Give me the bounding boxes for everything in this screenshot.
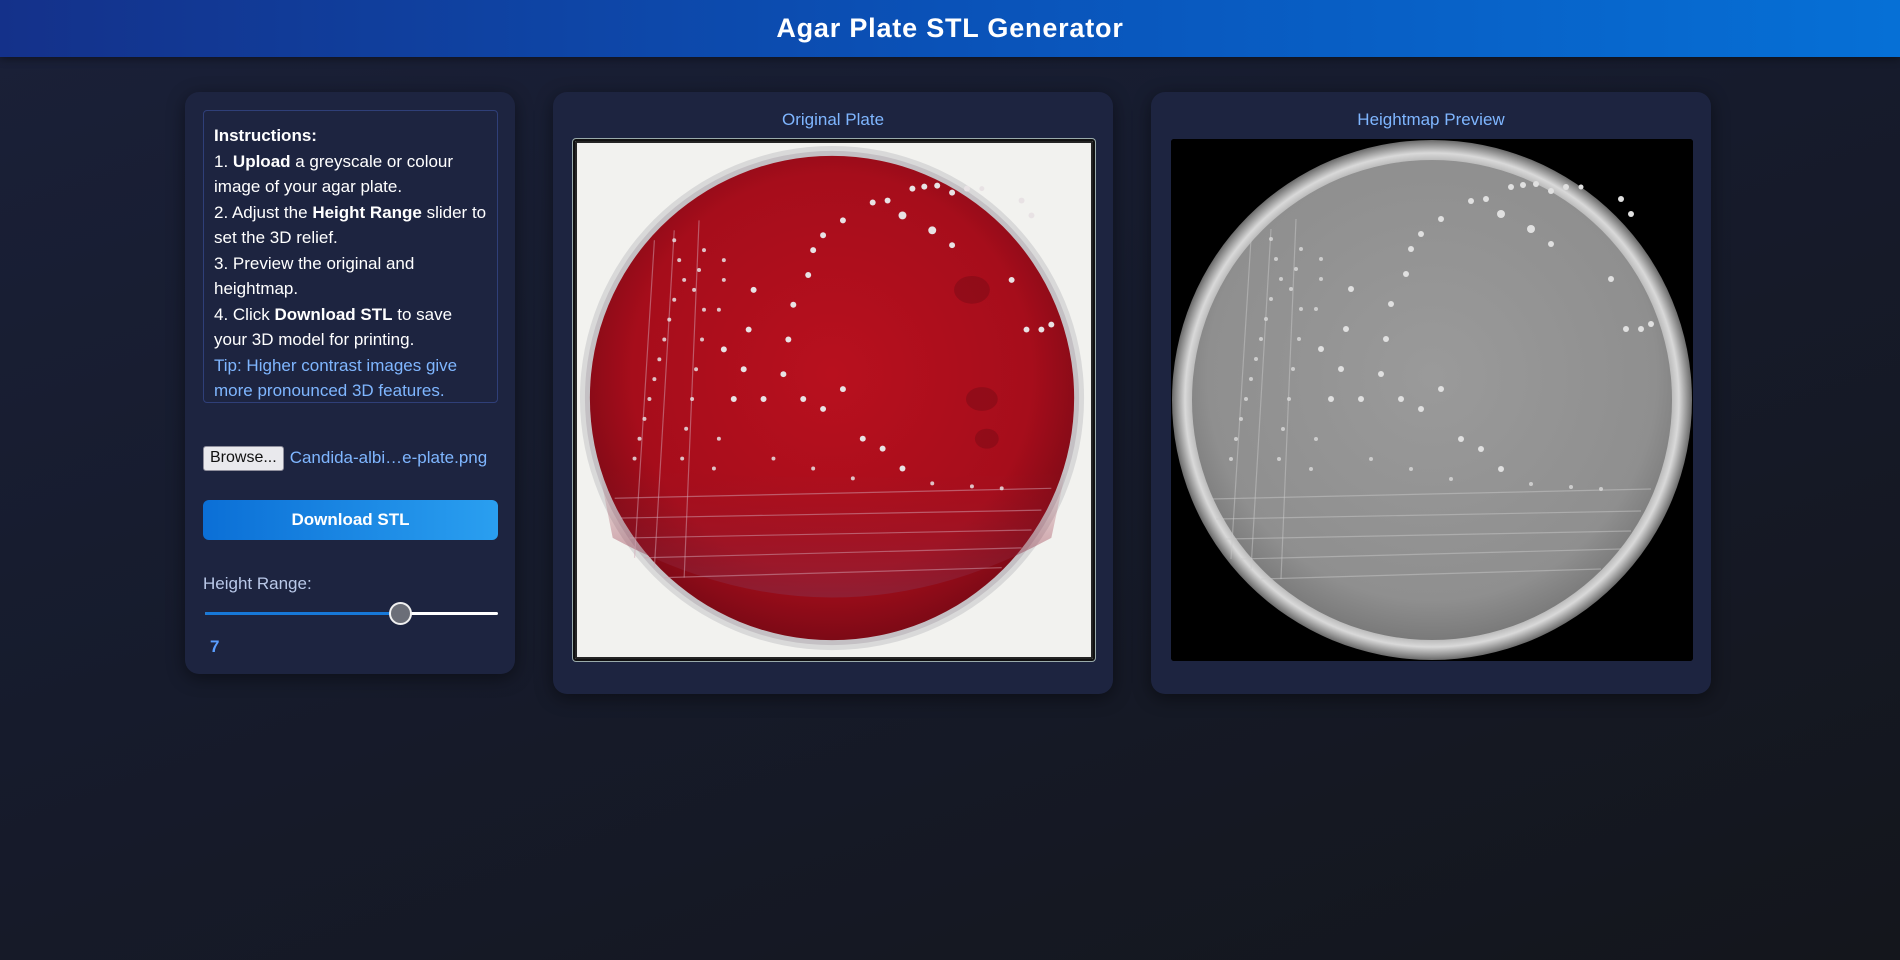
controls-panel: Instructions: 1. Upload a greyscale or c… [185,92,515,674]
download-stl-button[interactable]: Download STL [203,500,498,540]
slider-thumb[interactable] [389,602,413,625]
agar-plate-photo [575,141,1093,659]
selected-file-name: Candida-albi…e-plate.png [289,448,488,467]
heightmap-title: Heightmap Preview [1357,110,1505,129]
original-plate-panel: Original Plate [553,92,1113,694]
height-range-label: Height Range: [203,574,312,593]
instructions-heading: Instructions: [214,126,317,145]
instructions-tip: Tip: Higher contrast images give more pr… [214,355,458,401]
instruction-step-3: 3. Preview the original and heightmap. [214,253,415,299]
heightmap-panel: Heightmap Preview [1151,92,1711,694]
height-range-slider[interactable] [203,600,500,626]
instruction-step-1: 1. Upload a greyscale or colour image of… [214,151,454,197]
height-range-value: 7 [210,637,220,656]
slider-fill [205,612,401,615]
heightmap-render [1171,139,1693,661]
app-header: Agar Plate STL Generator [0,0,1900,57]
instructions-box: Instructions: 1. Upload a greyscale or c… [203,110,498,403]
instruction-step-2: 2. Adjust the Height Range slider to set… [214,202,487,248]
original-plate-title: Original Plate [781,110,885,129]
instruction-step-4: 4. Click Download STL to save your 3D mo… [214,304,453,350]
original-plate-image [573,139,1095,661]
app-title: Agar Plate STL Generator [776,13,1124,43]
browse-button[interactable]: Browse... [203,445,284,471]
file-input[interactable]: Browse... Candida-albi…e-plate.png [203,444,503,472]
heightmap-image [1171,139,1693,661]
